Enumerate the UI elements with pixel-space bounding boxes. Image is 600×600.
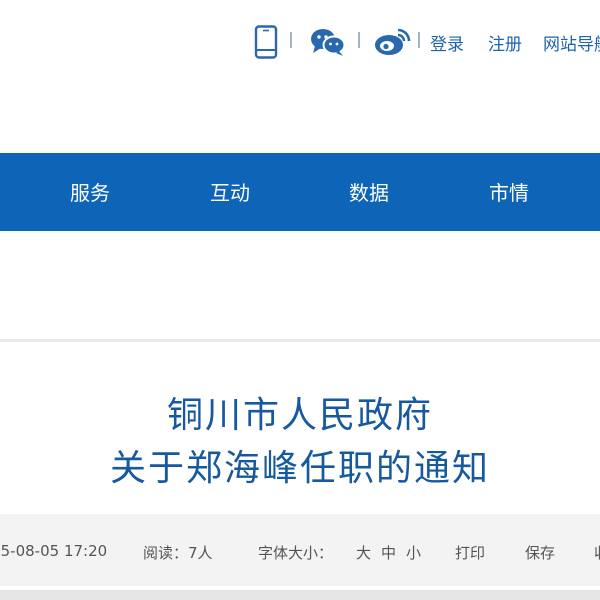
font-size-medium-button[interactable]: 中 (381, 542, 396, 563)
print-button[interactable]: 打印 (455, 542, 485, 563)
top-utility-bar: 登录 注册 网站导航 (0, 0, 600, 85)
main-navigation: 服务 互动 数据 市情 (0, 153, 600, 231)
read-count: 阅读：7人 (143, 544, 213, 562)
nav-item-city-info[interactable]: 市情 (489, 177, 529, 206)
font-size-label: 字体大小： (258, 544, 334, 562)
font-size-large-button[interactable]: 大 (356, 542, 371, 563)
weibo-icon-graphic (375, 28, 411, 55)
mobile-phone-icon[interactable] (253, 24, 279, 60)
site-navigation-link[interactable]: 网站导航 (543, 30, 600, 55)
bottom-strip (0, 590, 600, 600)
wechat-icon-graphic (311, 29, 346, 56)
favorite-button[interactable]: 收藏 (594, 542, 600, 563)
article-meta-bar: 2015-08-05 17:20 阅读：7人 字体大小： 大 中 小 打印 保存… (0, 514, 600, 586)
content-divider (0, 339, 600, 342)
page: 登录 注册 网站导航 服务 互动 数据 市情 铜川市人民政府 关于郑海峰任职的通… (0, 0, 600, 600)
separator (290, 32, 292, 48)
register-link[interactable]: 注册 (488, 30, 522, 55)
nav-item-data[interactable]: 数据 (349, 177, 389, 206)
login-link[interactable]: 登录 (430, 30, 464, 55)
nav-item-interaction[interactable]: 互动 (210, 177, 250, 206)
save-button[interactable]: 保存 (525, 542, 555, 563)
article-title-line-2: 关于郑海峰任职的通知 (109, 448, 490, 489)
font-size-small-button[interactable]: 小 (406, 542, 421, 563)
nav-item-services[interactable]: 服务 (70, 177, 110, 206)
article-title-line-1: 铜川市人民政府 (166, 395, 433, 436)
separator (358, 32, 360, 48)
publish-date: 2015-08-05 17:20 (0, 542, 108, 560)
weibo-icon[interactable] (374, 24, 412, 60)
mobile-phone-icon-graphic (254, 25, 278, 59)
separator (418, 32, 420, 48)
wechat-icon[interactable] (310, 24, 346, 60)
